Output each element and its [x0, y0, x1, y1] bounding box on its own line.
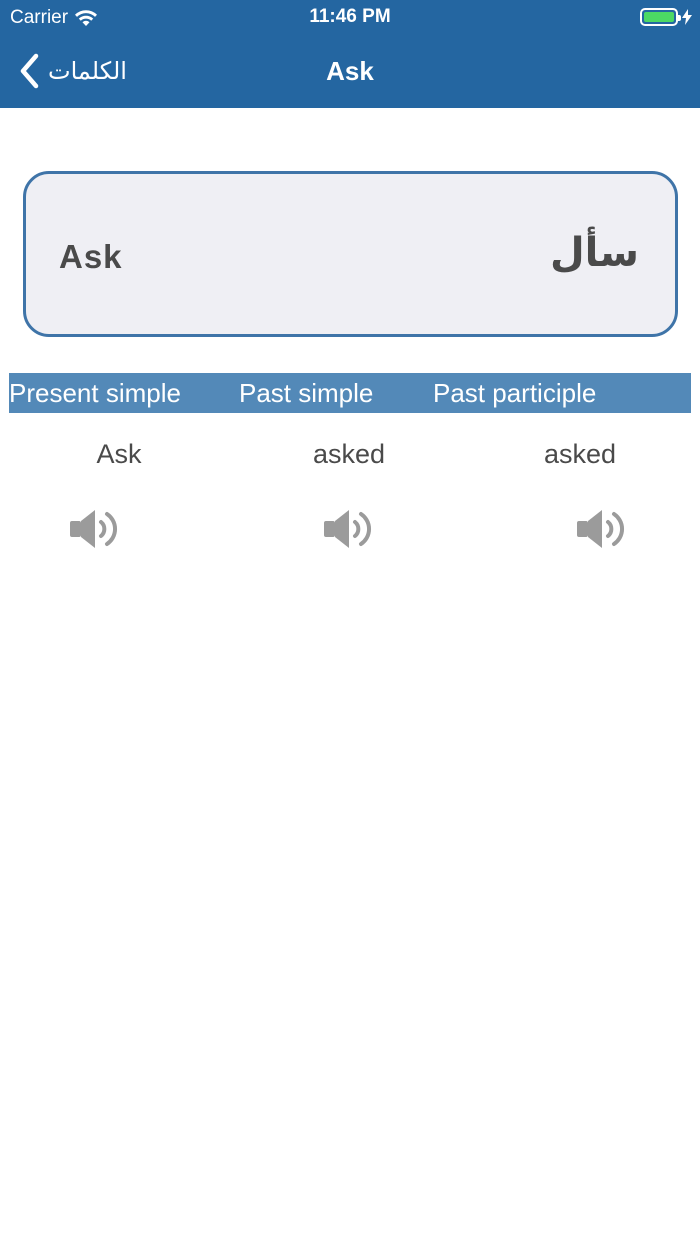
page-title: Ask [326, 56, 374, 86]
battery-level [644, 12, 674, 22]
past-simple-value: asked [312, 439, 386, 469]
top-bar: Carrier 11:46 PM الكلمات Ask [0, 0, 700, 108]
speaker-icon [70, 510, 117, 548]
battery-icon [640, 8, 681, 26]
charging-bolt-icon [682, 9, 692, 25]
status-time: 11:46 PM [309, 6, 391, 27]
header-present-simple: Present simple [9, 377, 181, 408]
status-bar: Carrier 11:46 PM [0, 0, 700, 36]
speaker-icon [577, 510, 624, 548]
navigation-bar: الكلمات Ask [0, 36, 700, 108]
word-card: Ask سأل [23, 171, 678, 337]
arabic-translation: سأل [549, 231, 639, 275]
present-simple-value: Ask [96, 439, 142, 469]
past-participle-value: asked [543, 439, 617, 469]
play-present-simple-button[interactable] [68, 506, 128, 552]
english-word: Ask [59, 238, 123, 275]
speaker-icon [324, 510, 371, 548]
battery-indicator [640, 8, 692, 26]
header-past-participle: Past participle [433, 377, 597, 408]
header-past-simple: Past simple [239, 377, 374, 408]
tense-header-row: Present simple Past simple Past particip… [9, 373, 691, 413]
play-past-participle-button[interactable] [575, 506, 635, 552]
play-past-simple-button[interactable] [322, 506, 382, 552]
